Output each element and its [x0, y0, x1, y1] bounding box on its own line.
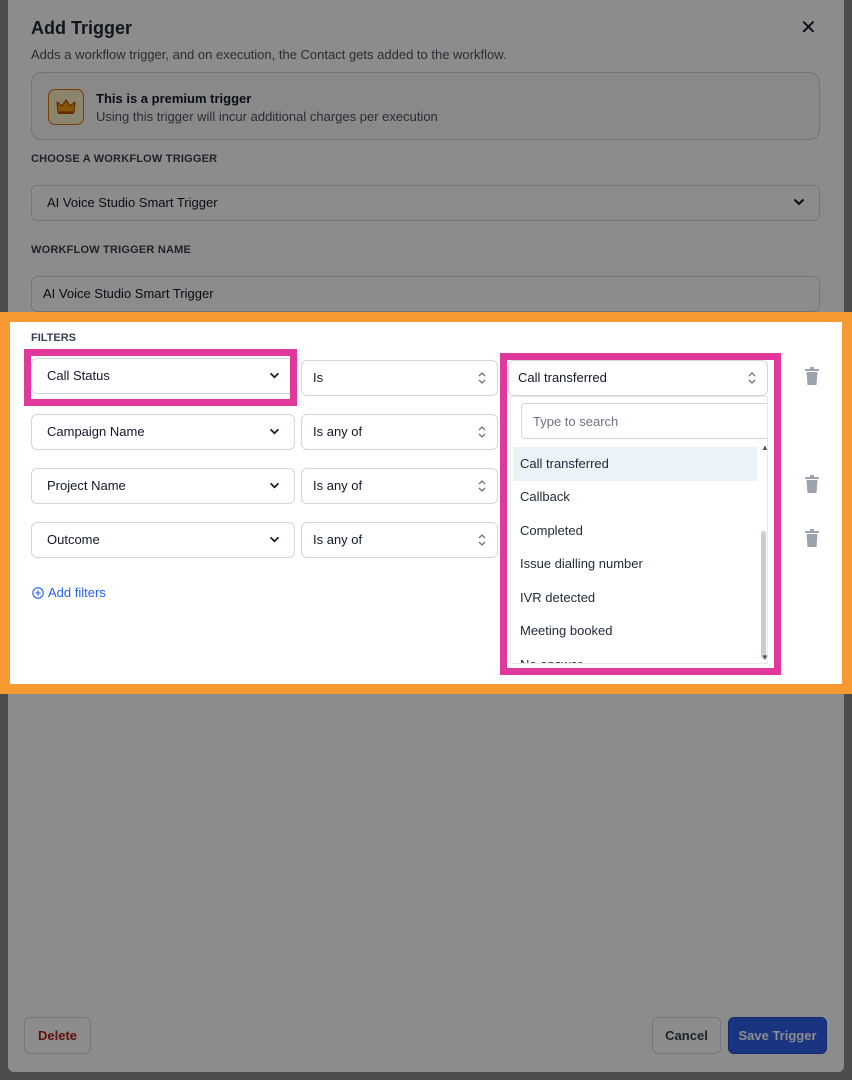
scrollbar-thumb[interactable] [761, 531, 766, 659]
scroll-up-icon[interactable]: ▲ [761, 443, 767, 452]
filter-field-value: Outcome [47, 532, 100, 547]
premium-description: Using this trigger will incur additional… [96, 109, 438, 124]
trigger-name-value: AI Voice Studio Smart Trigger [43, 286, 214, 301]
filter-field-value: Project Name [47, 478, 126, 493]
chevron-down-icon [269, 536, 280, 543]
filters-label: FILTERS [31, 332, 77, 344]
chevron-down-icon [269, 482, 280, 489]
add-filters-button[interactable]: Add filters [32, 585, 106, 600]
premium-title: This is a premium trigger [96, 91, 252, 106]
delete-button[interactable]: Delete [24, 1017, 91, 1054]
modal-subtitle: Adds a workflow trigger, and on executio… [31, 47, 507, 62]
filter-operator-select[interactable]: Is any of [301, 414, 498, 450]
filter-operator-value: Is any of [313, 478, 363, 493]
trigger-name-label: WORKFLOW TRIGGER NAME [31, 244, 192, 256]
workflow-trigger-select[interactable]: AI Voice Studio Smart Trigger [31, 185, 820, 221]
trash-icon[interactable] [805, 529, 819, 547]
modal-title: Add Trigger [31, 18, 133, 38]
filter-operator-value: Is [313, 370, 324, 385]
chevron-down-icon [269, 372, 280, 379]
trash-icon[interactable] [805, 475, 819, 493]
filter-field-select[interactable]: Outcome [31, 522, 295, 558]
crown-icon [48, 89, 84, 125]
add-filters-label: Add filters [48, 585, 106, 600]
filter-operator-select[interactable]: Is any of [301, 468, 498, 504]
filter-value-select[interactable]: Call transferred [508, 360, 768, 396]
trigger-name-input[interactable]: AI Voice Studio Smart Trigger [31, 276, 820, 312]
workflow-trigger-value: AI Voice Studio Smart Trigger [47, 195, 218, 210]
save-trigger-button[interactable]: Save Trigger [728, 1017, 827, 1054]
sort-arrows-icon [478, 372, 486, 384]
sort-arrows-icon [478, 534, 486, 546]
chevron-down-icon [269, 428, 280, 435]
dropdown-option[interactable]: Issue dialling number [513, 547, 757, 581]
close-icon[interactable]: ✕ [800, 17, 817, 39]
filter-field-select[interactable]: Project Name [31, 468, 295, 504]
filter-field-select[interactable]: Campaign Name [31, 414, 295, 450]
dropdown-option[interactable]: Meeting booked [513, 614, 757, 648]
value-dropdown: Call transferred Callback Completed Issu… [510, 396, 768, 664]
filter-field-select[interactable]: Call Status [31, 358, 295, 394]
sort-arrows-icon [478, 480, 486, 492]
choose-trigger-label: CHOOSE A WORKFLOW TRIGGER [31, 153, 218, 165]
filter-operator-select[interactable]: Is any of [301, 522, 498, 558]
filter-field-value: Call Status [47, 368, 110, 383]
dropdown-option[interactable]: Completed [513, 514, 757, 548]
filter-value-selected: Call transferred [518, 370, 607, 385]
plus-circle-icon [32, 586, 44, 599]
dropdown-option[interactable]: Callback [513, 480, 757, 514]
chevron-down-icon [793, 198, 805, 206]
filter-field-value: Campaign Name [47, 424, 145, 439]
dropdown-search-input[interactable] [521, 403, 767, 439]
sort-arrows-icon [478, 426, 486, 438]
trash-icon[interactable] [805, 367, 819, 385]
dropdown-option[interactable]: No answer [513, 648, 757, 663]
dropdown-option[interactable]: IVR detected [513, 581, 757, 615]
dropdown-option[interactable]: Call transferred [513, 447, 757, 481]
filter-operator-value: Is any of [313, 532, 363, 547]
filter-operator-select[interactable]: Is [301, 360, 498, 396]
filters-section: FILTERS Call Status Is Call transferred … [10, 316, 848, 690]
cancel-button[interactable]: Cancel [652, 1017, 721, 1054]
premium-trigger-notice: This is a premium trigger Using this tri… [31, 72, 820, 140]
filter-operator-value: Is any of [313, 424, 363, 439]
sort-arrows-icon [748, 372, 756, 384]
scroll-down-icon[interactable]: ▼ [761, 653, 767, 662]
